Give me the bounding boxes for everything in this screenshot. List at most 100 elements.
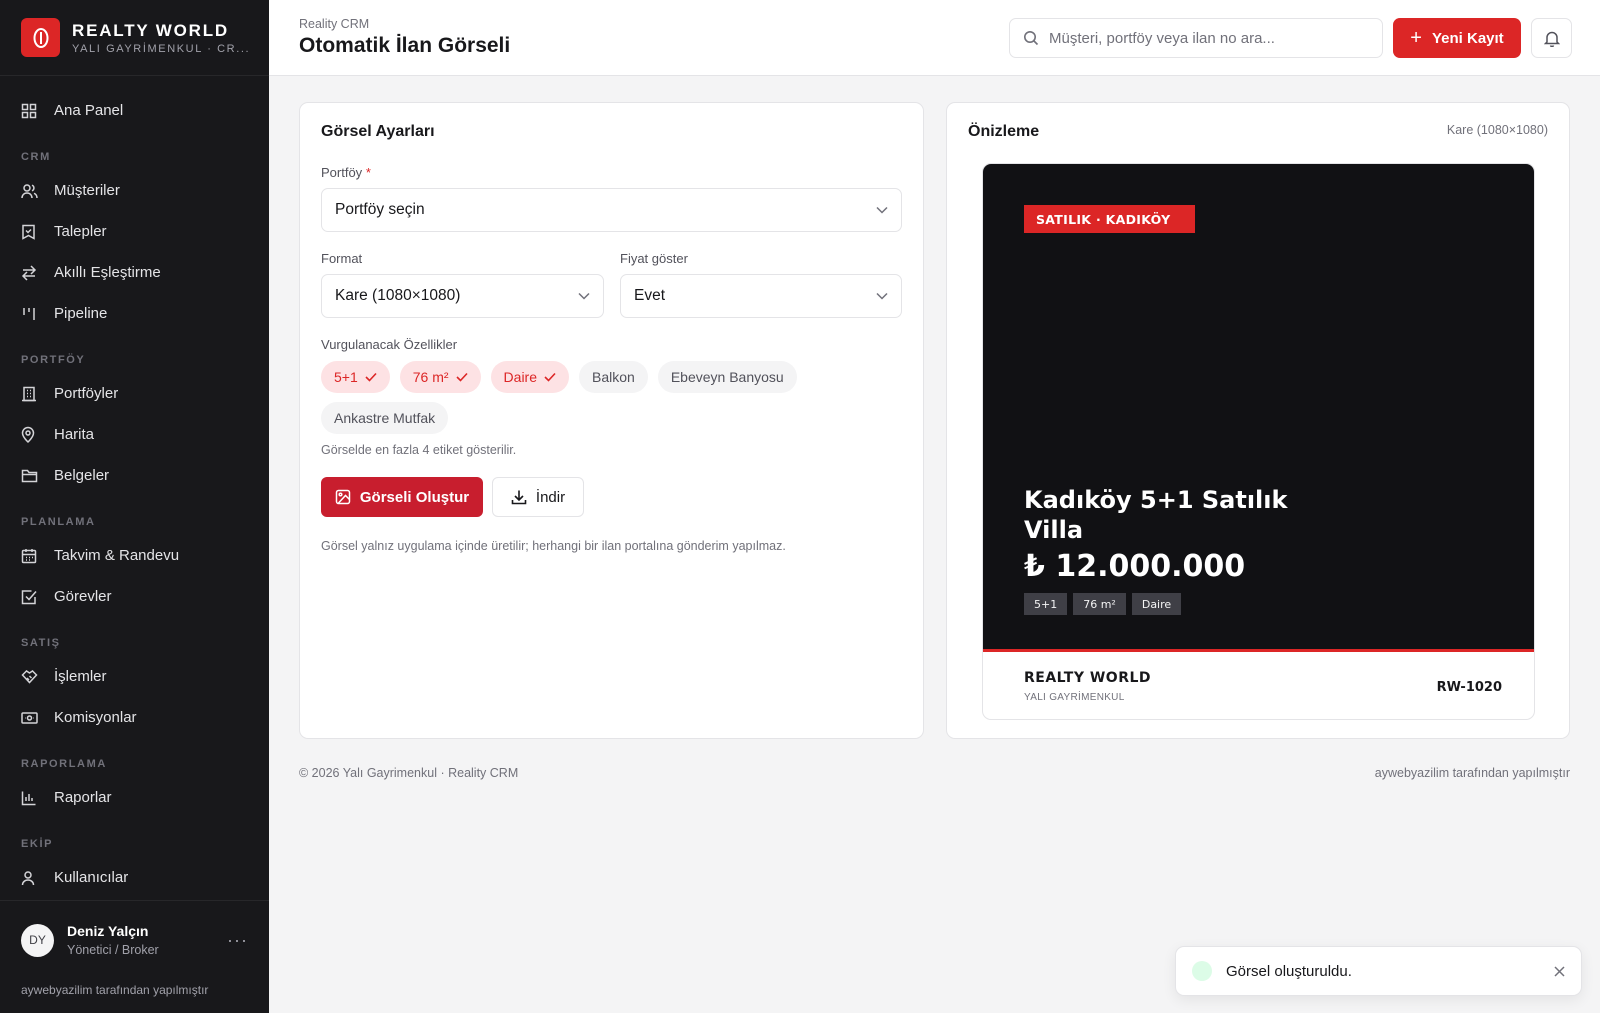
listing-image-preview: SATILIK · KADIKÖY Kadıköy 5+1 Satılık Vi…	[982, 163, 1535, 720]
handshake-icon	[21, 669, 43, 685]
portfolio-label-text: Portföy	[321, 165, 363, 180]
sidebar-item-label: Kullanıcılar	[54, 869, 129, 886]
listing-price: ₺ 12.000.000	[1024, 549, 1246, 584]
plus-icon: +	[1410, 27, 1422, 49]
pipeline-icon	[21, 306, 43, 322]
sidebar-item-label: Raporlar	[54, 789, 112, 806]
search-box[interactable]	[1009, 18, 1383, 58]
portfolio-select[interactable]: Portföy seçin	[321, 188, 902, 232]
user-name: Deniz Yalçın	[67, 923, 149, 939]
sidebar-item-label: Pipeline	[54, 305, 108, 322]
user-role: Yönetici / Broker	[67, 943, 159, 957]
nav-section-ekip: EKİP	[21, 838, 54, 850]
sidebar-footer: DY Deniz Yalçın Yönetici / Broker ··· ay…	[0, 900, 269, 1013]
feature-chip[interactable]: Balkon	[579, 361, 648, 393]
show-price-label: Fiyat göster	[620, 251, 688, 266]
sidebar-item-label: Belgeler	[54, 467, 110, 484]
sidebar-item-musteriler[interactable]: Müşteriler	[0, 170, 269, 211]
nav-section-portfoy: PORTFÖY	[21, 354, 86, 366]
feature-chip[interactable]: Ebeveyn Banyosu	[657, 361, 797, 393]
check-icon	[365, 372, 377, 382]
sidebar-item-raporlar[interactable]: Raporlar	[0, 777, 269, 818]
listing-tags: 5+1 76 m² Daire	[1024, 593, 1182, 615]
sidebar-item-pipeline[interactable]: Pipeline	[0, 293, 269, 334]
sidebar-item-komisyonlar[interactable]: Komisyonlar	[0, 697, 269, 738]
brand-name: REALTY WORLD	[72, 20, 229, 40]
sidebar: REALTY WORLD YALI GAYRİMENKUL · CR... An…	[0, 0, 269, 1013]
generate-image-label: Görseli Oluştur	[359, 488, 470, 506]
chip-label: Ebeveyn Banyosu	[670, 369, 784, 385]
download-icon	[511, 489, 536, 505]
nav-section-raporlama: RAPORLAMA	[21, 758, 107, 770]
sidebar-item-label: İşlemler	[54, 668, 107, 685]
feature-chip[interactable]: Daire	[490, 361, 570, 393]
bell-icon	[1543, 30, 1560, 47]
download-button[interactable]: İndir	[492, 477, 584, 517]
chip-label: 76 m²	[412, 369, 449, 385]
sidebar-item-label: Takvim & Randevu	[54, 547, 180, 564]
feature-chip[interactable]: 5+1	[321, 361, 390, 393]
show-price-select[interactable]: Evet	[620, 274, 902, 318]
generate-image-button[interactable]: Görseli Oluştur	[321, 477, 483, 517]
preview-image-area: SATILIK · KADIKÖY Kadıköy 5+1 Satılık Vi…	[983, 164, 1534, 652]
sidebar-item-label: Akıllı Eşleştirme	[54, 264, 161, 281]
sidebar-item-talepler[interactable]: Talepler	[0, 211, 269, 252]
breadcrumb[interactable]: Reality CRM	[299, 17, 369, 31]
image-settings-card: Görsel Ayarları Portföy * Portföy seçin …	[299, 102, 924, 739]
check-icon	[455, 372, 468, 382]
features-label: Vurgulanacak Özellikler	[321, 337, 458, 352]
search-icon	[1023, 30, 1039, 46]
search-input[interactable]	[1049, 29, 1369, 47]
check-icon	[544, 372, 556, 382]
sidebar-nav: Ana Panel CRM Müşteriler Talepler Akıllı…	[0, 76, 269, 900]
brand[interactable]: REALTY WORLD YALI GAYRİMENKUL · CR...	[0, 0, 269, 76]
close-icon[interactable]	[1554, 965, 1565, 977]
brand-logo-icon	[21, 18, 60, 57]
notifications-button[interactable]	[1531, 18, 1572, 58]
new-record-button[interactable]: + Yeni Kayıt	[1393, 18, 1521, 58]
users-icon	[21, 183, 43, 199]
listing-ref: RW-1020	[1436, 680, 1502, 695]
listing-tag: 5+1	[1024, 593, 1068, 615]
portfolio-select-value: Portföy seçin	[335, 201, 425, 218]
nav-section-crm: CRM	[21, 151, 51, 163]
user-profile[interactable]: DY Deniz Yalçın Yönetici / Broker ···	[21, 923, 248, 957]
feature-chip[interactable]: 76 m²	[399, 361, 481, 393]
feature-chip[interactable]: Ankastre Mutfak	[321, 402, 449, 434]
listing-title: Kadıköy 5+1 Satılık Villa	[1024, 486, 1288, 544]
topbar: Reality CRM Otomatik İlan Görseli + Yeni…	[269, 0, 1600, 76]
more-options-icon[interactable]: ···	[227, 930, 248, 951]
sidebar-item-portfoyler[interactable]: Portföyler	[0, 373, 269, 414]
sidebar-item-kullanicilar[interactable]: Kullanıcılar	[0, 857, 269, 898]
sidebar-item-harita[interactable]: Harita	[0, 414, 269, 455]
listing-tag: 76 m²	[1073, 593, 1126, 615]
sidebar-item-islemler[interactable]: İşlemler	[0, 656, 269, 697]
preview-brand: REALTY WORLD	[1024, 670, 1152, 686]
new-record-label: Yeni Kayıt	[1431, 29, 1504, 47]
calendar-icon	[21, 548, 43, 564]
user-icon	[21, 870, 43, 886]
sidebar-item-label: Müşteriler	[54, 182, 120, 199]
card-title: Önizleme	[968, 123, 1040, 140]
dashboard-icon	[21, 103, 43, 119]
preview-size: Kare (1080×1080)	[1446, 123, 1548, 137]
format-select-value: Kare (1080×1080)	[335, 287, 461, 304]
sidebar-item-label: Harita	[54, 426, 95, 443]
format-select[interactable]: Kare (1080×1080)	[321, 274, 604, 318]
page-title: Otomatik İlan Görseli	[299, 34, 511, 57]
chevron-down-icon	[876, 206, 888, 214]
building-icon	[21, 386, 43, 402]
sidebar-item-akilli-eslestirme[interactable]: Akıllı Eşleştirme	[0, 252, 269, 293]
sidebar-item-takvim[interactable]: Takvim & Randevu	[0, 535, 269, 576]
sidebar-item-gorevler[interactable]: Görevler	[0, 576, 269, 617]
footer-credit: aywebyazilim tarafından yapılmıştır	[1374, 766, 1570, 780]
chevron-down-icon	[876, 292, 888, 300]
chip-label: Ankastre Mutfak	[334, 410, 436, 426]
sidebar-item-belgeler[interactable]: Belgeler	[0, 455, 269, 496]
sidebar-item-ana-panel[interactable]: Ana Panel	[0, 90, 269, 131]
footer-copyright: © 2026 Yalı Gayrimenkul · Reality CRM	[299, 766, 519, 780]
chip-label: Balkon	[592, 369, 635, 385]
sidebar-item-label: Portföyler	[54, 385, 119, 402]
success-icon	[1192, 961, 1212, 981]
checkbox-icon	[21, 589, 43, 605]
